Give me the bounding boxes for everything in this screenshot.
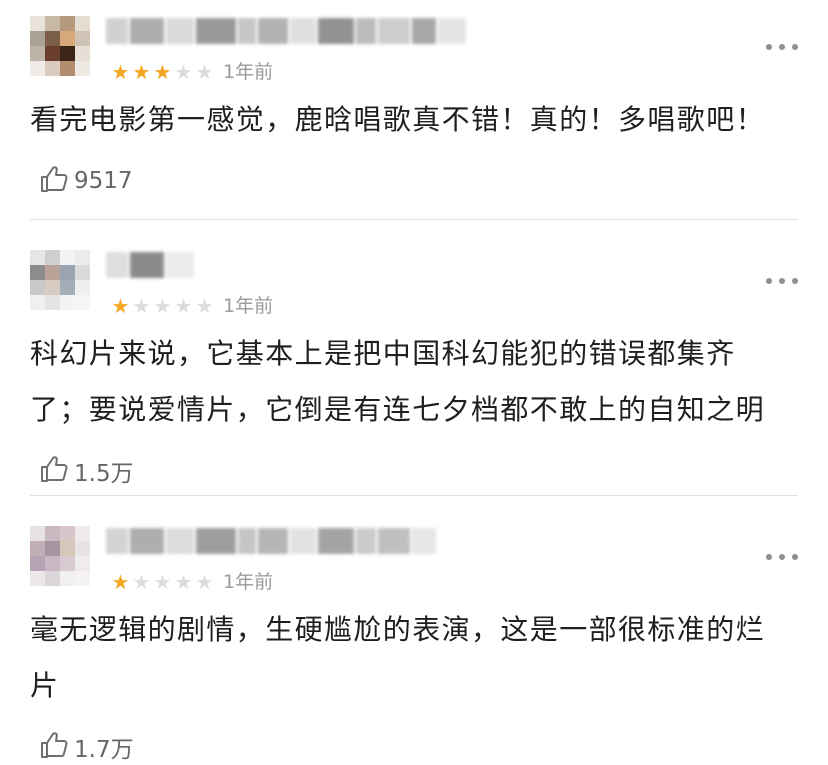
- star-filled-icon: ★: [132, 60, 151, 84]
- review-time: 1年前: [223, 61, 274, 83]
- username-blurred[interactable]: [106, 252, 196, 282]
- star-filled-icon: ★: [111, 60, 130, 84]
- thumbs-up-icon: [38, 729, 70, 765]
- avatar[interactable]: [30, 250, 90, 310]
- review-text-line: 看完电影第一感觉，鹿晗唱歌真不错！真的！多唱歌吧！: [30, 103, 766, 136]
- review-text-line: 了；要说爱情片，它倒是有连七夕档都不敢上的自知之明: [30, 393, 766, 426]
- review-text: 科幻片来说，它基本上是把中国科幻能犯的错误都集齐 了；要说爱情片，它倒是有连七夕档…: [30, 326, 800, 438]
- review-text: 看完电影第一感觉，鹿晗唱歌真不错！真的！多唱歌吧！: [30, 92, 800, 148]
- review-text-line: 科幻片来说，它基本上是把中国科幻能犯的错误都集齐: [30, 337, 736, 370]
- like-button[interactable]: 9517: [38, 164, 133, 198]
- star-empty-icon: ★: [174, 294, 193, 318]
- star-empty-icon: ★: [195, 294, 214, 318]
- review-time: 1年前: [223, 571, 274, 593]
- review-text-line: 毫无逻辑的剧情，生硬尴尬的表演，这是一部很标准的烂: [30, 613, 766, 646]
- thumbs-up-icon: [38, 163, 70, 199]
- username-blurred[interactable]: [106, 18, 468, 48]
- review-text-line: 片: [30, 669, 60, 702]
- star-empty-icon: ★: [132, 570, 151, 594]
- avatar[interactable]: [30, 16, 90, 76]
- review-item: ★ ★ ★ ★ ★ 1年前 毫无逻辑的剧情，生硬尴尬的表演，这是一部很标准的烂片 1.7万: [0, 510, 828, 763]
- divider: [30, 495, 798, 496]
- star-empty-icon: ★: [153, 570, 172, 594]
- avatar[interactable]: [30, 526, 90, 586]
- review-time: 1年前: [223, 295, 274, 317]
- star-empty-icon: ★: [195, 570, 214, 594]
- star-filled-icon: ★: [111, 570, 130, 594]
- star-filled-icon: ★: [153, 60, 172, 84]
- like-count: 1.7万: [74, 737, 134, 763]
- more-options-icon[interactable]: [766, 42, 798, 52]
- review-text: 毫无逻辑的剧情，生硬尴尬的表演，这是一部很标准的烂片: [30, 602, 800, 714]
- star-empty-icon: ★: [195, 60, 214, 84]
- star-rating: ★ ★ ★ ★ ★ 1年前: [110, 294, 274, 318]
- thumbs-up-icon: [38, 453, 70, 489]
- like-button[interactable]: 1.5万: [38, 454, 134, 488]
- star-empty-icon: ★: [153, 294, 172, 318]
- review-item: ★ ★ ★ ★ ★ 1年前 科幻片来说，它基本上是把中国科幻能犯的错误都集齐 了；要说爱情片，…: [0, 234, 828, 496]
- like-count: 1.5万: [74, 461, 134, 487]
- like-count: 9517: [74, 168, 133, 194]
- review-item: ★ ★ ★ ★ ★ 1年前 看完电影第一感觉，鹿晗唱歌真不错！真的！多唱歌吧！ 9517: [0, 0, 828, 220]
- like-button[interactable]: 1.7万: [38, 730, 134, 764]
- star-rating: ★ ★ ★ ★ ★ 1年前: [110, 60, 274, 84]
- more-options-icon[interactable]: [766, 276, 798, 286]
- divider: [30, 219, 798, 220]
- star-rating: ★ ★ ★ ★ ★ 1年前: [110, 570, 274, 594]
- star-empty-icon: ★: [132, 294, 151, 318]
- star-empty-icon: ★: [174, 570, 193, 594]
- star-empty-icon: ★: [174, 60, 193, 84]
- username-blurred[interactable]: [106, 528, 438, 558]
- more-options-icon[interactable]: [766, 552, 798, 562]
- star-filled-icon: ★: [111, 294, 130, 318]
